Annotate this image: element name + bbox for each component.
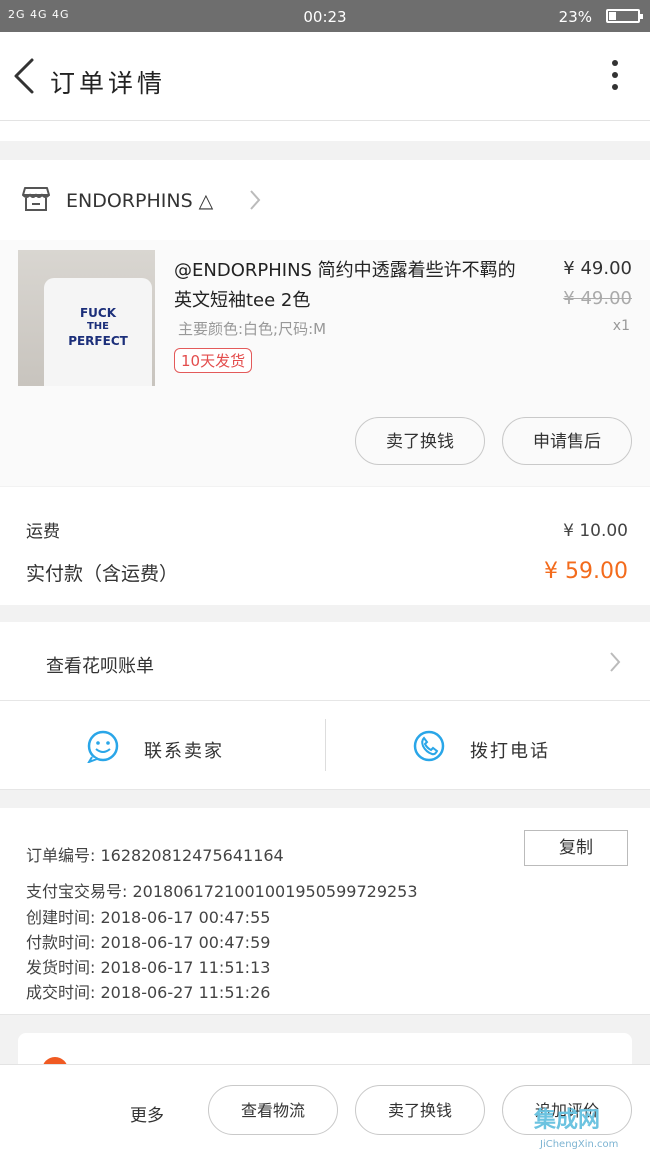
header-strip: [0, 121, 650, 141]
deal-time-value: 2018-06-27 11:51:26: [100, 983, 271, 1002]
alipay-trade-row: 支付宝交易号: 2018061721001001950599729253: [26, 878, 418, 902]
phone-icon: [413, 730, 445, 762]
copy-button[interactable]: 复制: [524, 830, 628, 866]
contact-bar: 联系卖家 拨打电话: [0, 701, 650, 790]
alipay-trade-label: 支付宝交易号:: [26, 882, 128, 901]
paid-time-value: 2018-06-17 00:47:59: [100, 933, 271, 952]
product-title[interactable]: @ENDORPHINS 简约中透露着些许不羁的英文短袖tee 2色: [174, 256, 524, 316]
page-title: 订单详情: [50, 69, 167, 98]
order-number-label: 订单编号:: [26, 846, 96, 865]
call-phone-button[interactable]: 拨打电话: [470, 737, 550, 763]
paid-time-label: 付款时间:: [26, 933, 96, 952]
product-thumbnail[interactable]: FUCK THE PERFECT: [18, 250, 155, 386]
view-logistics-button[interactable]: 查看物流: [208, 1085, 338, 1135]
more-options-icon[interactable]: [610, 60, 620, 96]
created-time-row: 创建时间: 2018-06-17 00:47:55: [26, 904, 270, 928]
after-sale-button[interactable]: 申请售后: [502, 417, 632, 465]
product-spec: 主要颜色:白色;尺码:M: [178, 320, 327, 338]
contact-divider: [325, 719, 326, 771]
battery-icon: [606, 9, 643, 23]
battery-percent: 23%: [558, 8, 592, 26]
watermark-logo: 集成网: [534, 1108, 601, 1133]
thumbnail-text-1: FUCK: [79, 306, 117, 320]
tshirt-image: FUCK THE PERFECT: [44, 278, 152, 386]
created-time-label: 创建时间:: [26, 908, 96, 927]
deal-time-label: 成交时间:: [26, 983, 96, 1002]
chat-bubble-icon: [87, 730, 119, 763]
back-arrow-icon[interactable]: [10, 54, 40, 98]
order-number-row: 订单编号: 162820812475641164: [26, 842, 284, 866]
fee-summary: 运费 ¥ 10.00 实付款（含运费） ¥ 59.00: [0, 487, 650, 605]
sell-for-cash-bottom-button[interactable]: 卖了换钱: [355, 1085, 485, 1135]
status-bar: 2G 4G 4G 00:23 23%: [0, 0, 650, 32]
thumbnail-text-2: THE: [86, 321, 110, 332]
more-button[interactable]: 更多: [130, 1101, 164, 1126]
shop-row[interactable]: ENDORPHINS △: [0, 160, 650, 241]
shipped-time-row: 发货时间: 2018-06-17 11:51:13: [26, 954, 270, 978]
chevron-right-icon: [610, 652, 621, 672]
created-time-value: 2018-06-17 00:47:55: [100, 908, 271, 927]
shipped-time-label: 发货时间:: [26, 958, 96, 977]
clock: 00:23: [303, 8, 347, 26]
contact-seller-button[interactable]: 联系卖家: [144, 737, 224, 763]
order-info-section: 订单编号: 162820812475641164 复制 支付宝交易号: 2018…: [0, 808, 650, 1015]
deal-time-row: 成交时间: 2018-06-27 11:51:26: [26, 979, 270, 1003]
shipping-promise-tag: 10天发货: [174, 348, 253, 373]
product-original-price: ¥ 49.00: [563, 288, 632, 309]
watermark-url: JiChengXin.com: [540, 1139, 619, 1150]
paid-time-row: 付款时间: 2018-06-17 00:47:59: [26, 929, 270, 953]
store-icon: [22, 187, 50, 211]
huabei-label: 查看花呗账单: [46, 656, 154, 677]
paid-value: ¥ 59.00: [544, 559, 628, 584]
shipping-label: 运费: [26, 522, 60, 542]
thumbnail-text-3: PERFECT: [68, 334, 128, 348]
product-quantity: x1: [612, 318, 630, 334]
sell-for-cash-button[interactable]: 卖了换钱: [355, 417, 485, 465]
shipped-time-value: 2018-06-17 11:51:13: [100, 958, 271, 977]
paid-label: 实付款（含运费）: [26, 563, 179, 585]
chevron-right-icon: [250, 190, 261, 210]
alipay-trade-value: 2018061721001001950599729253: [132, 882, 418, 901]
shop-name: ENDORPHINS △: [66, 190, 214, 212]
shipping-value: ¥ 10.00: [563, 521, 628, 541]
app-header: 订单详情: [0, 32, 650, 121]
recommendation-area: [0, 1015, 650, 1073]
product-price: ¥ 49.00: [563, 258, 632, 279]
order-number-value: 162820812475641164: [100, 846, 284, 865]
huabei-bill-row[interactable]: 查看花呗账单: [0, 622, 650, 701]
